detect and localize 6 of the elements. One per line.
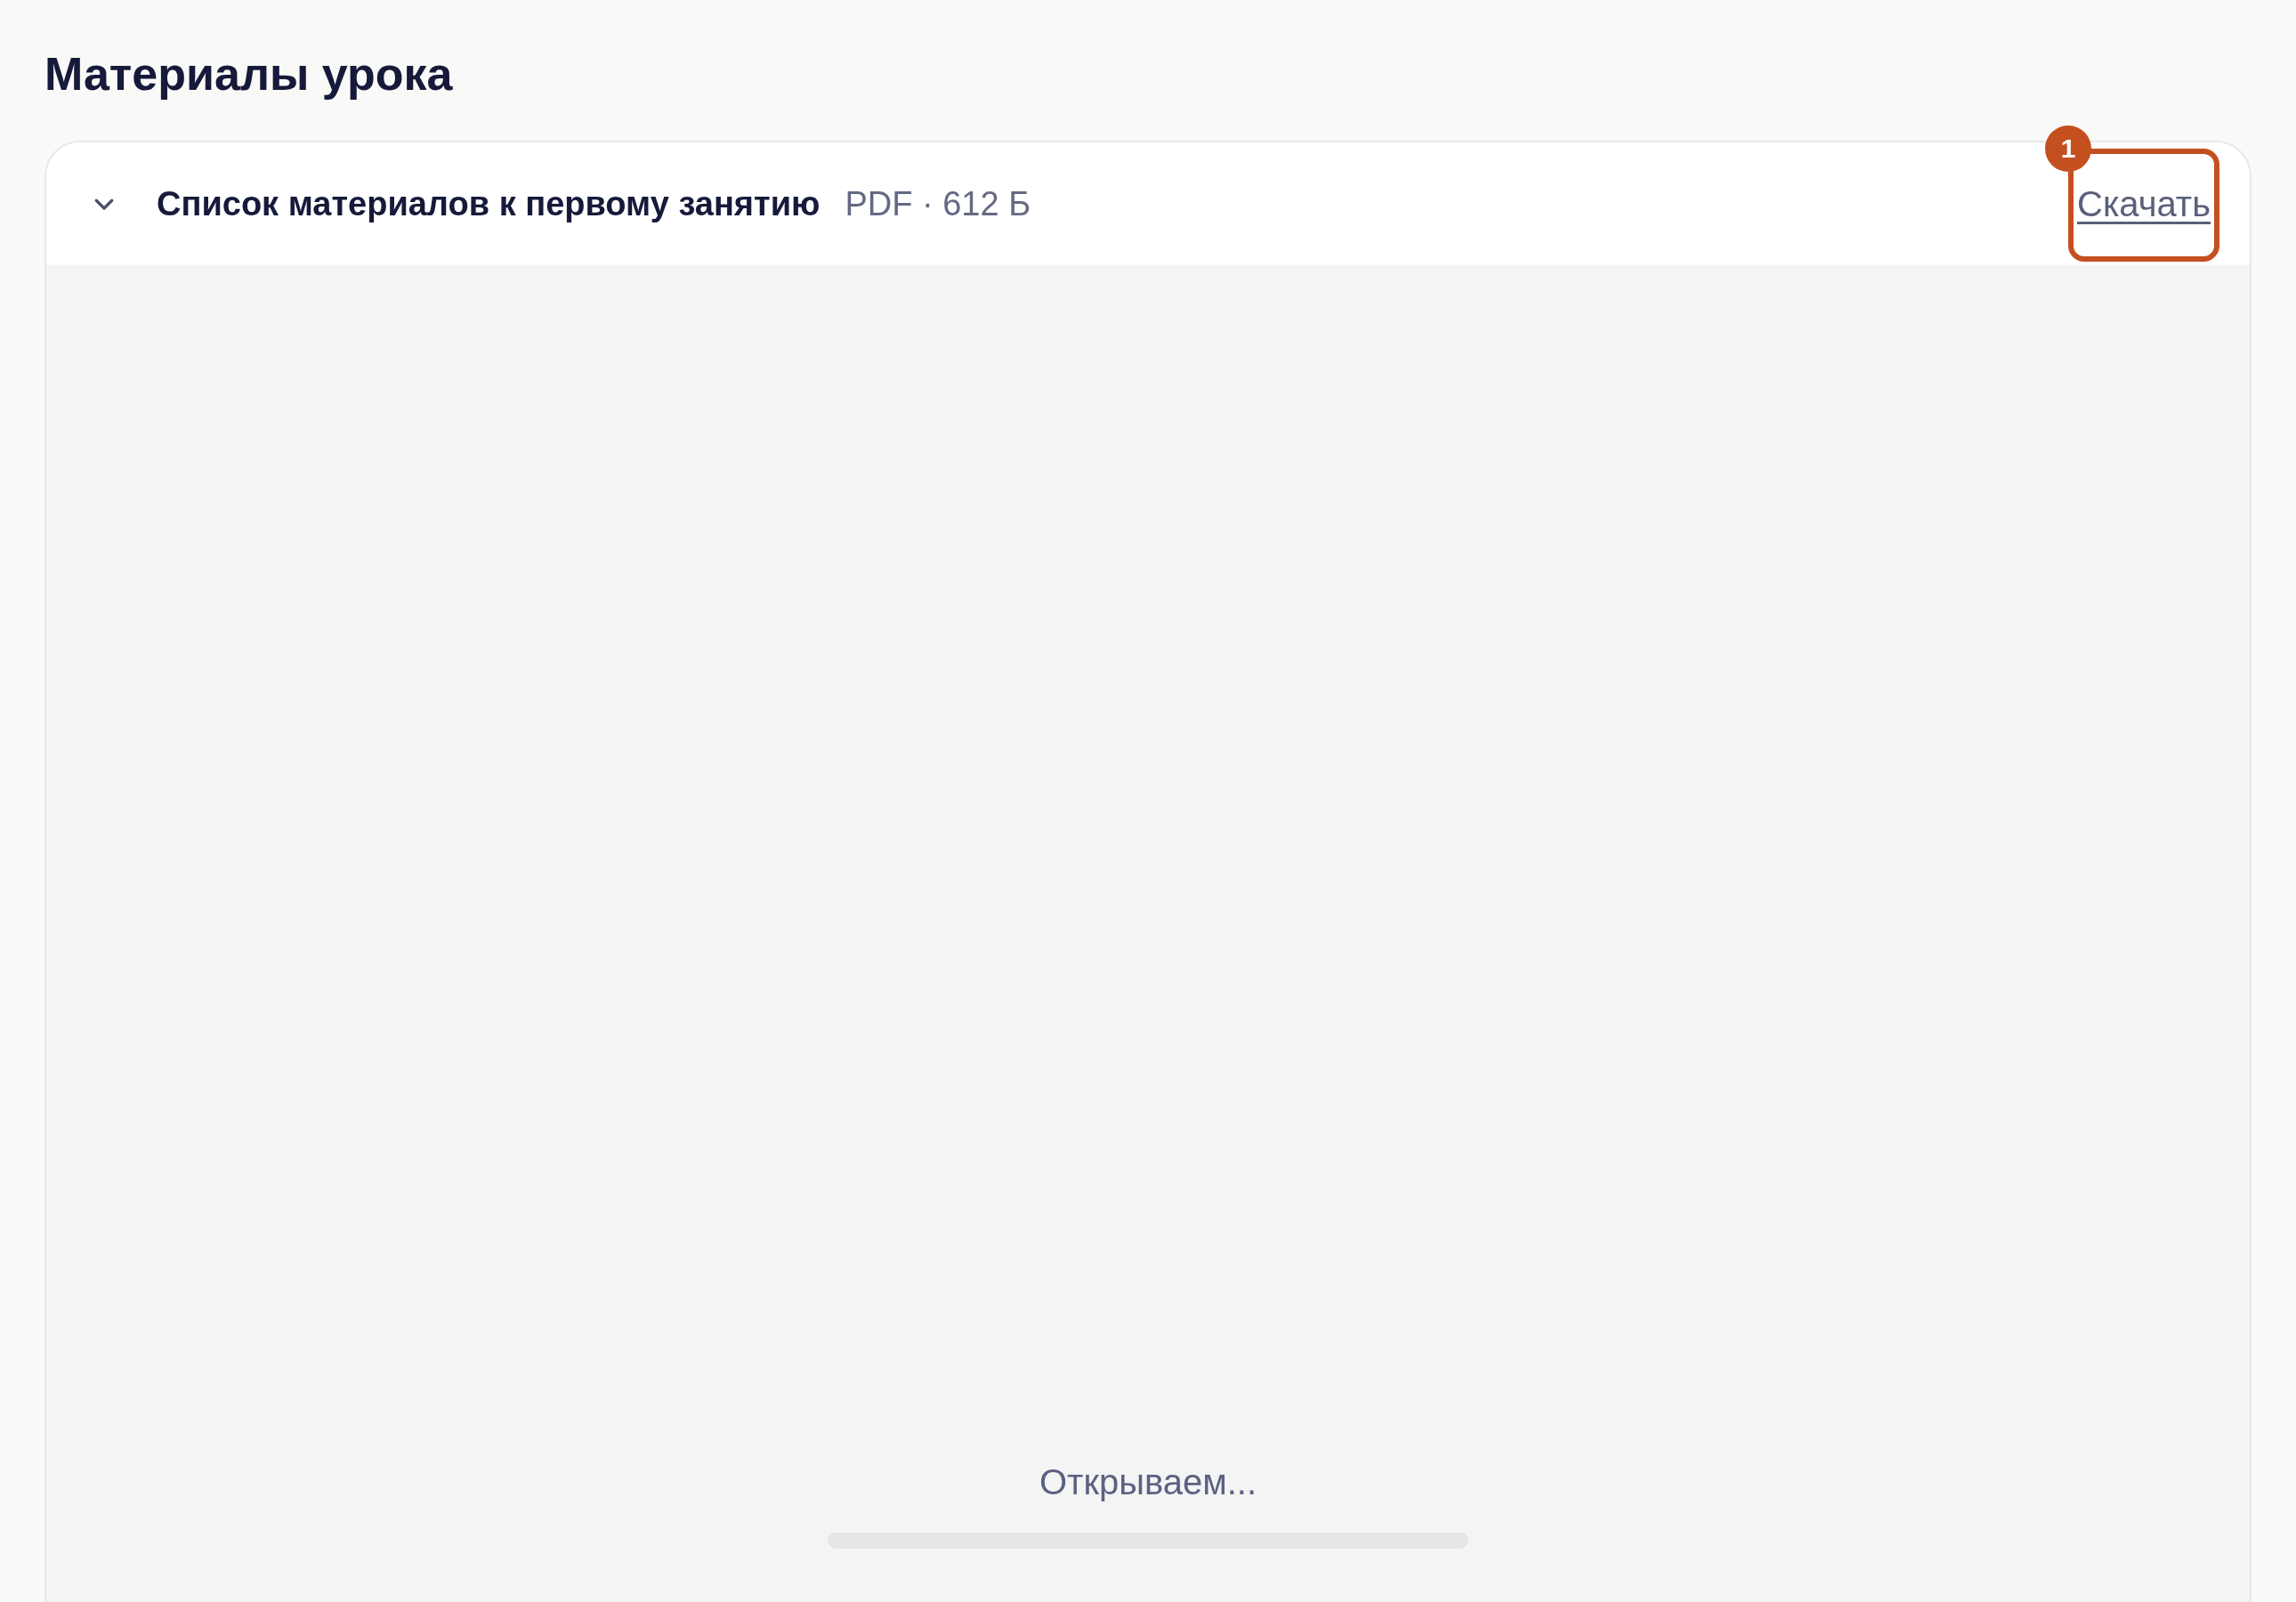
loading-text: Открываем...: [1039, 1462, 1257, 1502]
download-link[interactable]: Скачать: [2077, 183, 2211, 224]
file-meta: PDF · 612 Б: [845, 184, 1031, 223]
annotation-badge: 1: [2045, 125, 2091, 172]
page-title: Материалы урока: [44, 47, 454, 101]
file-name: Список материалов к первому занятию: [157, 184, 821, 223]
